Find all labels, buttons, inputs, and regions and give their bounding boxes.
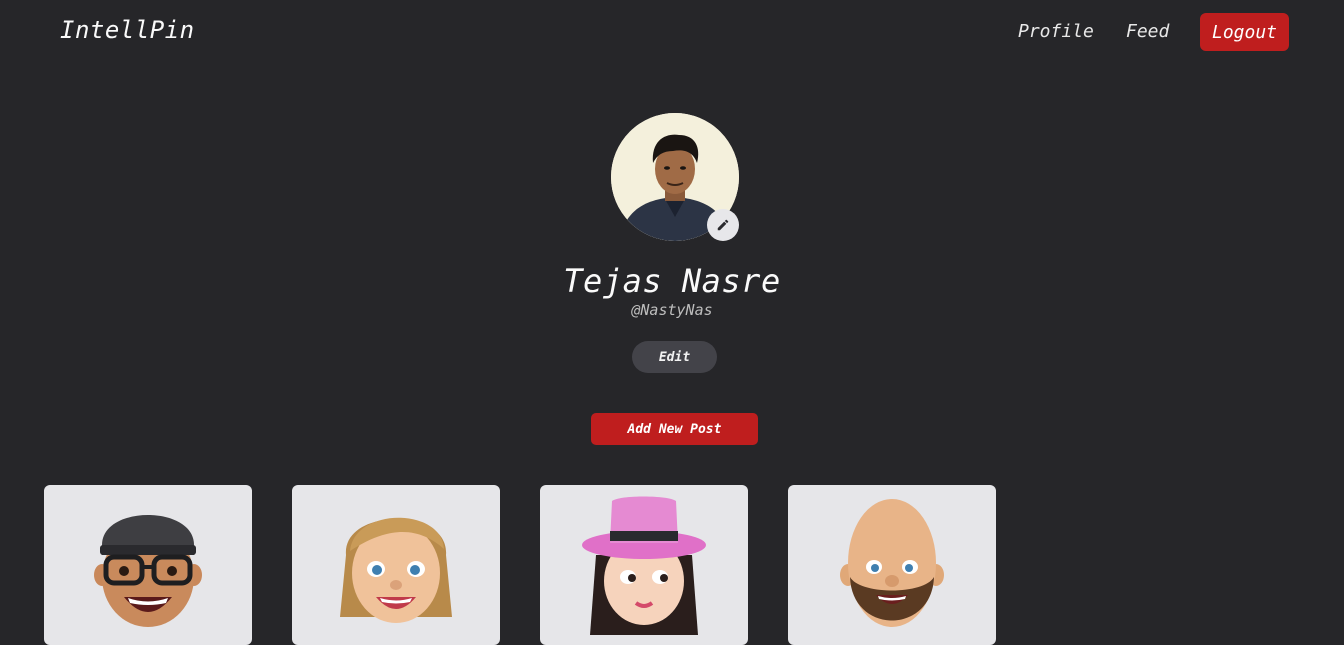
nav-link-feed[interactable]: Feed (1126, 21, 1169, 42)
profile-avatar-container (611, 113, 739, 241)
nav-link-profile[interactable]: Profile (1018, 21, 1094, 42)
post-card[interactable] (292, 485, 500, 645)
post-card[interactable] (540, 485, 748, 645)
edit-profile-button[interactable]: Edit (632, 341, 717, 373)
post-image (340, 517, 452, 623)
post-card[interactable] (44, 485, 252, 645)
brand-logo[interactable]: IntellPin (60, 16, 195, 44)
profile-handle: @NastyNas (631, 301, 713, 319)
pencil-icon (717, 219, 729, 231)
logout-button[interactable]: Logout (1200, 13, 1289, 51)
profile-name: Tejas Nasre (563, 262, 781, 300)
edit-avatar-button[interactable] (707, 209, 739, 241)
post-image (94, 515, 202, 627)
add-new-post-button[interactable]: Add New Post (591, 413, 758, 445)
post-image (840, 499, 944, 627)
post-image (582, 496, 706, 635)
navbar: IntellPin Profile Feed Logout (0, 0, 1344, 66)
post-card[interactable] (788, 485, 996, 645)
